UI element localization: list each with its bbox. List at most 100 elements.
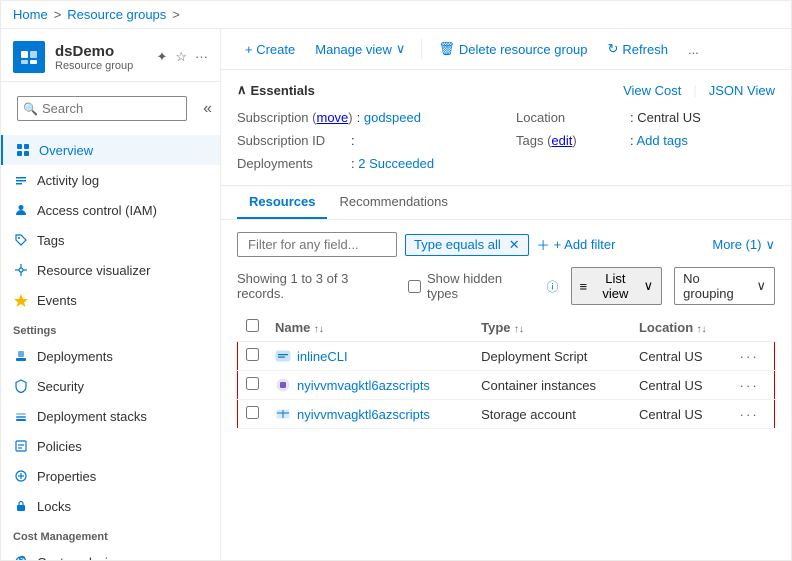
- locks-label: Locks: [37, 499, 71, 514]
- sidebar-item-activity-log[interactable]: Activity log: [1, 165, 220, 195]
- sidebar-item-resource-visualizer[interactable]: Resource visualizer: [1, 255, 220, 285]
- filter-input[interactable]: [237, 232, 397, 257]
- cost-management-section-label: Cost Management: [1, 521, 220, 547]
- manage-view-button[interactable]: Manage view ∨: [307, 37, 413, 61]
- sidebar-item-policies[interactable]: Policies: [1, 431, 220, 461]
- row3-name-cell: nyivvmvagktl6azscripts: [267, 400, 473, 429]
- more-icon[interactable]: ···: [195, 49, 208, 65]
- breadcrumb: Home > Resource groups >: [1, 1, 791, 29]
- show-hidden-types-checkbox[interactable]: [408, 280, 421, 293]
- row2-checkbox[interactable]: [246, 377, 259, 390]
- location-value: : Central US: [630, 110, 701, 125]
- deployment-stacks-label: Deployment stacks: [37, 409, 147, 424]
- row3-checkbox-cell: [238, 400, 268, 429]
- tab-recommendations[interactable]: Recommendations: [327, 186, 459, 219]
- row1-name-link[interactable]: inlineCLI: [275, 348, 465, 364]
- delete-resource-group-button[interactable]: 🗑 Delete resource group: [430, 37, 595, 61]
- row2-actions-cell: ···: [732, 371, 775, 400]
- toolbar-divider: [421, 39, 422, 59]
- subscription-id-row: Subscription ID :: [237, 131, 496, 150]
- search-input[interactable]: [17, 96, 187, 121]
- add-filter-button[interactable]: ＋ + Add filter: [537, 235, 616, 254]
- row2-location-cell: Central US: [631, 371, 732, 400]
- sidebar-item-properties[interactable]: Properties: [1, 461, 220, 491]
- filter-tag-close[interactable]: ✕: [509, 237, 520, 253]
- refresh-button[interactable]: ↻ Refresh: [600, 37, 676, 61]
- sidebar-item-locks[interactable]: Locks: [1, 491, 220, 521]
- grouping-select[interactable]: No grouping ∨: [674, 267, 775, 305]
- view-cost-link[interactable]: View Cost: [623, 83, 681, 98]
- deployments-link[interactable]: 2 Succeeded: [358, 156, 434, 171]
- row2-checkbox-cell: [238, 371, 268, 400]
- select-all-checkbox[interactable]: [246, 319, 259, 332]
- sidebar-item-events[interactable]: Events: [1, 285, 220, 315]
- row1-checkbox[interactable]: [246, 348, 259, 361]
- collapse-sidebar-button[interactable]: «: [203, 100, 212, 118]
- info-icon[interactable]: ⓘ: [547, 278, 559, 295]
- row3-more-button[interactable]: ···: [740, 407, 759, 422]
- sidebar-item-overview[interactable]: Overview: [1, 135, 220, 165]
- activity-log-label: Activity log: [37, 173, 99, 188]
- more-filters-button[interactable]: More (1) ∨: [712, 237, 775, 253]
- deployments-icon: [13, 348, 29, 364]
- sidebar-item-iam[interactable]: Access control (IAM): [1, 195, 220, 225]
- row2-name-link[interactable]: nyivvmvagktl6azscripts: [275, 377, 465, 393]
- row3-checkbox[interactable]: [246, 406, 259, 419]
- sidebar-title-col: dsDemo Resource group: [55, 43, 133, 72]
- properties-icon: [13, 468, 29, 484]
- location-sort-icon[interactable]: ↑↓: [696, 324, 706, 335]
- star-icon[interactable]: ☆: [175, 49, 187, 65]
- essentials-header: ∧ Essentials View Cost | JSON View: [237, 82, 775, 98]
- tab-resources[interactable]: Resources: [237, 186, 327, 219]
- name-sort-icon[interactable]: ↑↓: [314, 324, 324, 335]
- sidebar-item-tags[interactable]: Tags: [1, 225, 220, 255]
- breadcrumb-home[interactable]: Home: [13, 7, 48, 22]
- sidebar-item-security[interactable]: Security: [1, 371, 220, 401]
- settings-section-label: Settings: [1, 315, 220, 341]
- location-col-header: Location ↑↓: [631, 313, 732, 342]
- sidebar-item-deployment-stacks[interactable]: Deployment stacks: [1, 401, 220, 431]
- row2-more-button[interactable]: ···: [740, 378, 759, 393]
- row1-more-button[interactable]: ···: [740, 349, 759, 364]
- edit-tags-link[interactable]: edit: [551, 133, 572, 148]
- essentials-grid: Subscription (move) : godspeed Location …: [237, 108, 775, 173]
- more-label: More (1): [712, 237, 761, 252]
- list-view-icon: ≡: [580, 279, 588, 294]
- breadcrumb-resource-groups[interactable]: Resource groups: [67, 7, 166, 22]
- add-tags-link[interactable]: Add tags: [637, 133, 688, 148]
- row1-checkbox-cell: [238, 342, 268, 371]
- chevron-up-icon: ∧: [237, 82, 247, 98]
- records-bar: Showing 1 to 3 of 3 records. Show hidden…: [237, 267, 775, 305]
- subscription-label: Subscription (move): [237, 110, 353, 125]
- breadcrumb-sep2: >: [172, 7, 180, 22]
- table-header-row: Name ↑↓ Type ↑↓ Location ↑↓: [238, 313, 775, 342]
- type-sort-icon[interactable]: ↑↓: [514, 324, 524, 335]
- sidebar-item-deployments[interactable]: Deployments: [1, 341, 220, 371]
- trash-icon: 🗑: [438, 41, 455, 57]
- location-row: Location : Central US: [516, 108, 775, 127]
- grouping-label: No grouping: [683, 271, 752, 301]
- records-text: Showing 1 to 3 of 3 records.: [237, 271, 396, 301]
- create-button[interactable]: + Create: [237, 38, 303, 61]
- actions-col-header: [732, 313, 775, 342]
- toolbar-more-button[interactable]: ...: [680, 38, 707, 61]
- cost-analysis-label: Cost analysis: [37, 555, 114, 561]
- show-hidden-types-label[interactable]: Show hidden types: [408, 271, 535, 301]
- row2-name: nyivvmvagktl6azscripts: [297, 378, 430, 393]
- sidebar-item-cost-analysis[interactable]: $ Cost analysis: [1, 547, 220, 560]
- name-col-header: Name ↑↓: [267, 313, 473, 342]
- row3-name-link[interactable]: nyivvmvagktl6azscripts: [275, 406, 465, 422]
- move-link[interactable]: move: [316, 110, 348, 125]
- row1-name: inlineCLI: [297, 349, 348, 364]
- overview-label: Overview: [39, 143, 93, 158]
- sidebar-nav: Overview Activity log Access control (IA…: [1, 135, 220, 560]
- delete-label: Delete resource group: [459, 42, 588, 57]
- subscription-id-label: Subscription ID: [237, 133, 347, 148]
- deployments-row: Deployments : 2 Succeeded: [237, 154, 496, 173]
- pin-icon[interactable]: ✦: [156, 49, 167, 65]
- policies-label: Policies: [37, 439, 82, 454]
- list-view-button[interactable]: ≡ List view ∨: [571, 267, 663, 305]
- subscription-link[interactable]: godspeed: [364, 110, 421, 125]
- row3-type-cell: Storage account: [473, 400, 631, 429]
- json-view-link[interactable]: JSON View: [709, 83, 775, 98]
